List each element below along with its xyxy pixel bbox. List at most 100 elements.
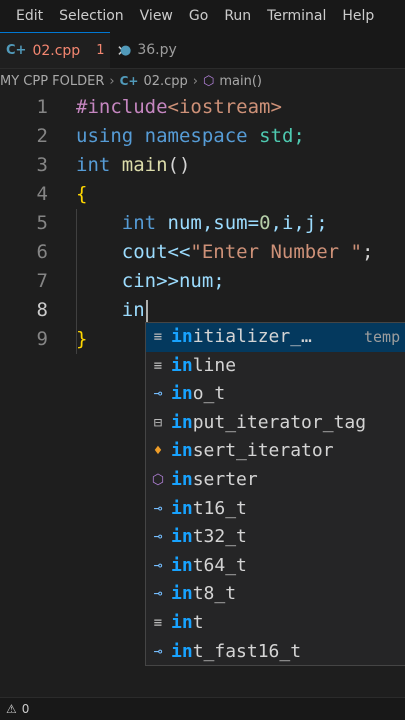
code-token: ; <box>362 241 374 263</box>
tab-label: 02.cpp <box>32 42 81 59</box>
code-line: 6 cout<<"Enter Number "; <box>0 238 405 267</box>
autocomplete-suggestions: ≡ initializer_… temp ≡ inline ⊸ ino_t ⊟ input_it… <box>145 322 405 666</box>
keyword-icon: ≡ <box>153 329 163 345</box>
suggestion-item[interactable]: ≡ inline <box>146 352 405 381</box>
line-number: 4 <box>36 183 48 205</box>
suggestion-rest: line <box>192 354 237 376</box>
line-number: 6 <box>36 241 48 263</box>
cube-icon: ⬡ <box>151 472 165 488</box>
menu-view[interactable]: View <box>132 0 181 32</box>
reference-icon: ⊸ <box>153 557 163 574</box>
suggestion-rest: t32_t <box>192 526 247 548</box>
suggestion-label: inline <box>171 352 236 381</box>
suggestion-match: in <box>171 497 193 519</box>
menu-edit[interactable]: Edit <box>0 0 51 32</box>
code-token: int <box>121 212 157 234</box>
suggestion-label: int16_t <box>171 495 247 524</box>
menu-help[interactable]: Help <box>334 0 382 32</box>
line-number: 5 <box>36 212 48 234</box>
warning-count[interactable]: 0 <box>22 702 30 716</box>
suggestion-rest: t64_t <box>192 554 247 576</box>
suggestion-rest: serter <box>192 469 258 490</box>
keyword-icon: ≡ <box>153 357 163 374</box>
suggestion-match: in <box>171 354 193 376</box>
breadcrumb-symbol[interactable]: main() <box>219 74 262 89</box>
line-number: 3 <box>36 154 48 176</box>
problem-count-badge: 1 <box>96 43 105 58</box>
suggestion-label: initializer_… <box>171 323 312 352</box>
suggestion-rest: itializer_… <box>192 326 312 347</box>
code-line: 4 { <box>0 180 405 209</box>
suggestion-match: in <box>171 440 193 462</box>
suggestion-label: ino_t <box>171 380 225 409</box>
keyword-icon: ≡ <box>153 615 163 631</box>
code-token: <iostream> <box>167 96 282 118</box>
suggestion-match: in <box>171 469 193 490</box>
code-token: num,sum= <box>167 212 260 234</box>
code-token: ,i,j; <box>270 212 328 234</box>
suggestion-label: insert_iterator <box>171 437 334 466</box>
menu-go[interactable]: Go <box>181 0 216 32</box>
code-line: 5 int num,sum=0,i,j; <box>0 209 405 238</box>
suggestion-detail: temp <box>364 328 401 346</box>
reference-icon: ⊸ <box>153 643 163 660</box>
editor-tab-bar: C+ 02.cpp 1 ✕ ● 36.py <box>0 32 405 69</box>
suggestion-item[interactable]: ⊸ int32_t <box>146 523 405 552</box>
suggestion-item[interactable]: ⊸ int64_t <box>146 552 405 581</box>
code-token: #include <box>76 96 168 118</box>
suggestion-item[interactable]: ⊸ int_fast16_t <box>146 638 405 667</box>
method-icon: ⬡ <box>203 73 215 89</box>
python-file-icon: ● <box>120 42 132 58</box>
suggestion-match: in <box>171 411 193 433</box>
suggestion-rest: t_fast16_t <box>192 640 302 662</box>
code-token: { <box>76 183 88 205</box>
tab-label: 36.py <box>137 42 177 58</box>
suggestion-item[interactable]: ⊸ int8_t <box>146 580 405 609</box>
suggestion-match: in <box>171 383 193 405</box>
suggestion-item[interactable]: ⬡ inserter <box>146 466 405 495</box>
suggestion-label: int8_t <box>171 580 236 609</box>
suggestion-item[interactable]: ⊟ input_iterator_tag <box>146 409 405 438</box>
warning-icon[interactable]: ⚠ <box>6 702 17 716</box>
suggestion-item[interactable]: ♦ insert_iterator <box>146 437 405 466</box>
line-number: 1 <box>36 96 48 118</box>
suggestion-match: in <box>171 554 193 576</box>
code-line-current: 8 in <box>0 296 405 325</box>
line-number: 8 <box>36 299 48 321</box>
suggestion-item[interactable]: ⊸ int16_t <box>146 495 405 524</box>
text-cursor <box>145 299 148 322</box>
code-token: () <box>167 154 191 176</box>
code-token: } <box>76 328 88 350</box>
suggestion-label: int <box>171 609 204 638</box>
suggestion-label: int_fast16_t <box>171 638 301 667</box>
cpp-file-icon: C+ <box>119 74 139 88</box>
status-bar: ⚠ 0 <box>0 697 405 720</box>
suggestion-label: input_iterator_tag <box>171 409 366 438</box>
suggestion-item[interactable]: ≡ int <box>146 609 405 638</box>
menu-selection[interactable]: Selection <box>51 0 132 32</box>
suggestion-match: in <box>171 640 193 662</box>
line-number: 2 <box>36 125 48 147</box>
suggestion-rest: t8_t <box>192 583 237 605</box>
breadcrumb-file[interactable]: 02.cpp <box>143 74 187 89</box>
line-number: 9 <box>36 328 48 350</box>
tab-36-py[interactable]: ● 36.py <box>110 32 215 68</box>
menu-run[interactable]: Run <box>216 0 259 32</box>
suggestion-item[interactable]: ⊸ ino_t <box>146 380 405 409</box>
suggestion-match: in <box>171 326 193 347</box>
reference-icon: ⊸ <box>153 500 163 517</box>
suggestion-label: inserter <box>171 466 258 495</box>
reference-icon: ⊸ <box>153 586 163 603</box>
suggestion-item[interactable]: ≡ initializer_… temp <box>146 323 405 352</box>
reference-icon: ⊸ <box>153 386 163 403</box>
suggestion-label: int32_t <box>171 523 247 552</box>
suggestion-match: in <box>171 612 193 633</box>
menu-terminal[interactable]: Terminal <box>259 0 334 32</box>
menu-bar: Edit Selection View Go Run Terminal Help <box>0 0 405 32</box>
code-token: main <box>121 154 168 176</box>
suggestion-rest: put_iterator_tag <box>192 411 367 433</box>
tab-02-cpp[interactable]: C+ 02.cpp 1 ✕ <box>0 32 129 68</box>
breadcrumb-folder[interactable]: MY CPP FOLDER <box>0 74 104 89</box>
suggestion-label: int64_t <box>171 552 247 581</box>
chevron-right-icon: › <box>192 73 198 89</box>
